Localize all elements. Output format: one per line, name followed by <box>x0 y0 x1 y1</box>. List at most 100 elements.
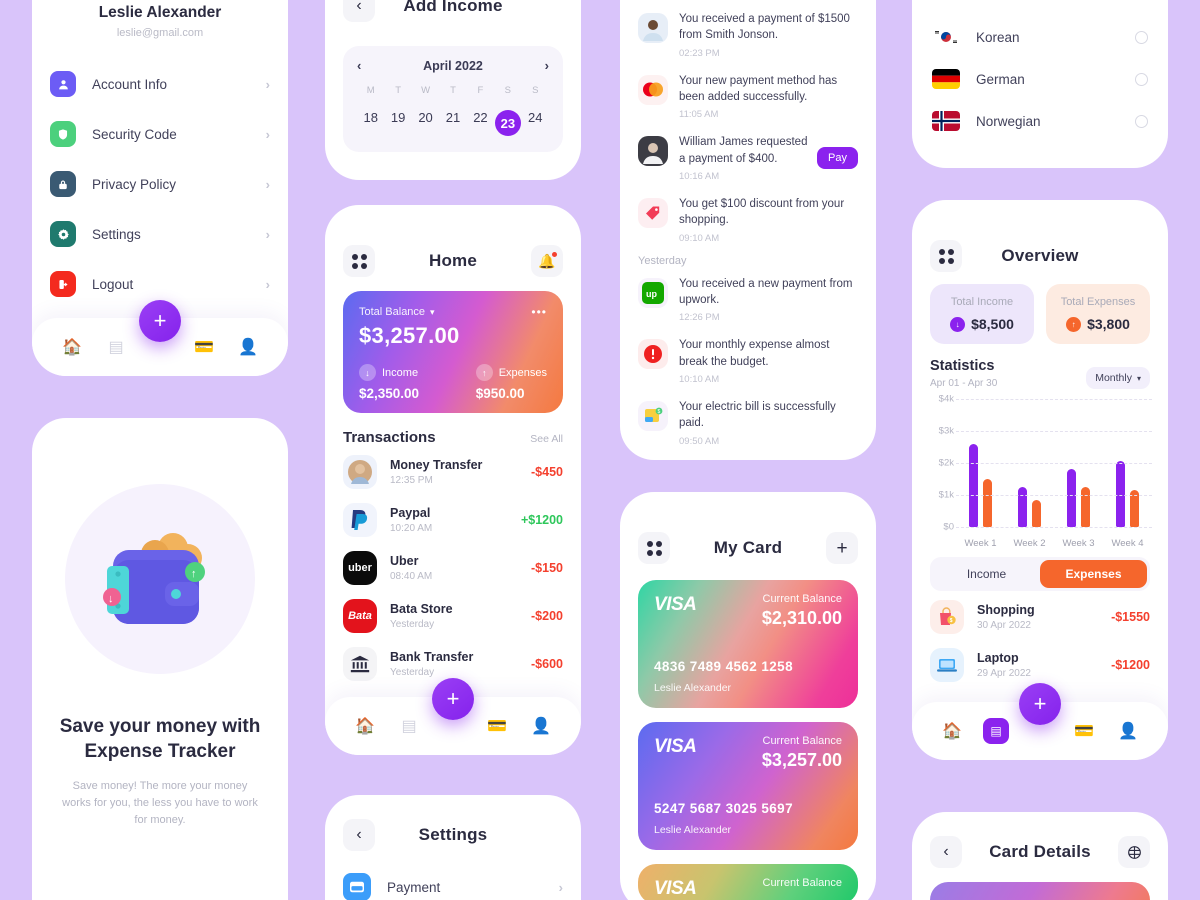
radio-button[interactable] <box>1135 72 1148 86</box>
grid-icon <box>938 248 954 264</box>
chart-x-tick: Week 3 <box>1062 538 1095 549</box>
menu-item-settings[interactable]: Settings › <box>50 209 270 259</box>
calendar-day[interactable]: 18 <box>357 110 384 136</box>
credit-card[interactable]: VISA Current Balance $3,257.00 5247 5687… <box>638 722 858 850</box>
page-title: Card Details <box>989 842 1091 861</box>
notification-time: 12:26 PM <box>679 312 720 324</box>
nav-wallet-icon[interactable]: 💳 <box>1071 718 1097 744</box>
card-number: 4836 7489 4562 1258 <box>654 659 793 674</box>
nav-stats-icon[interactable]: ▤ <box>396 713 422 739</box>
nav-stats-icon[interactable]: ▤ <box>103 334 129 360</box>
total-balance-card[interactable]: Total Balance ▾ ••• $3,257.00 ↓ Income $2… <box>343 291 563 413</box>
chart-bar-expenses <box>1032 499 1041 527</box>
notification-text: Your monthly expense almost break the bu… <box>679 339 830 368</box>
table-row[interactable]: Paypal 10:20 AM +$1200 <box>325 496 581 544</box>
table-row[interactable]: Money Transfer 12:35 PM -$450 <box>325 448 581 496</box>
add-card-button[interactable]: + <box>826 532 858 564</box>
radio-button[interactable] <box>1135 114 1148 128</box>
card-chip-icon <box>1127 845 1141 859</box>
back-button[interactable]: ‹ <box>343 819 375 851</box>
total-income-card[interactable]: Total Income ↓ $8,500 <box>930 284 1034 344</box>
menu-item-security-code[interactable]: Security Code › <box>50 109 270 159</box>
notification-time: 09:50 AM <box>679 435 720 447</box>
nav-profile-icon[interactable]: 👤 <box>528 713 554 739</box>
table-row[interactable]: Laptop 29 Apr 2022 -$1200 <box>912 641 1168 689</box>
language-top-spacer <box>912 0 1168 16</box>
language-option-norwegian[interactable]: Norwegian <box>912 100 1168 142</box>
gear-icon <box>50 221 76 247</box>
table-row[interactable]: Bata Bata Store Yesterday -$200 <box>325 592 581 640</box>
nav-stats-icon[interactable]: ▤ <box>983 718 1009 744</box>
logout-icon <box>50 271 76 297</box>
notification-button[interactable]: 🔔 <box>531 245 563 277</box>
laptop-icon <box>930 648 964 682</box>
nav-wallet-icon[interactable]: 💳 <box>484 713 510 739</box>
add-fab-button[interactable]: + <box>1019 683 1061 725</box>
notifications-panel: You received a payment of $1500 from Smi… <box>620 0 876 460</box>
chevron-down-icon[interactable]: ▾ <box>430 307 435 318</box>
transaction-amount: +$1200 <box>520 513 563 527</box>
settings-item-payment[interactable]: Payment › <box>325 861 581 900</box>
upwork-icon: up <box>638 277 668 308</box>
see-all-link[interactable]: See All <box>530 433 563 445</box>
calendar-day[interactable]: 21 <box>439 110 466 136</box>
grid-menu-button[interactable] <box>343 245 375 277</box>
menu-item-account-info[interactable]: Account Info › <box>50 59 270 109</box>
card-action-button[interactable] <box>1118 836 1150 868</box>
arrow-down-icon: ↓ <box>950 316 966 332</box>
language-label: Korean <box>976 29 1020 45</box>
credit-card[interactable]: VISA Current Balance <box>638 864 858 900</box>
tab-income[interactable]: Income <box>933 560 1040 588</box>
nav-profile-icon[interactable]: 👤 <box>1115 718 1141 744</box>
credit-card-preview[interactable] <box>930 882 1150 900</box>
back-button[interactable]: ‹ <box>343 0 375 22</box>
list-item[interactable]: Your monthly expense almost break the bu… <box>620 330 876 392</box>
radio-button[interactable] <box>1135 30 1148 44</box>
period-selector[interactable]: Monthly ▾ <box>1086 367 1150 389</box>
add-fab-button[interactable]: + <box>432 678 474 720</box>
profile-email: leslie@gmail.com <box>116 27 204 39</box>
list-item[interactable]: You get $100 discount from your shopping… <box>620 189 876 251</box>
table-row[interactable]: $ Shopping 30 Apr 2022 -$1550 <box>912 591 1168 641</box>
list-item[interactable]: up You received a new payment from upwor… <box>620 269 876 331</box>
calendar-day[interactable]: 20 <box>412 110 439 136</box>
calendar-day[interactable]: 22 <box>467 110 494 136</box>
calendar-day-selected[interactable]: 23 <box>494 110 521 136</box>
calendar-day[interactable]: 24 <box>522 110 549 136</box>
nav-wallet-icon[interactable]: 💳 <box>191 334 217 360</box>
chart-y-tick: $3k <box>938 425 954 437</box>
chart-bar-income <box>969 443 978 527</box>
calendar-next-icon[interactable]: › <box>545 58 549 73</box>
nav-profile-icon[interactable]: 👤 <box>235 334 261 360</box>
notification-text: Your electric bill is successfully paid. <box>679 400 836 430</box>
language-option-korean[interactable]: Korean <box>912 16 1168 58</box>
list-item[interactable]: William James requested a payment of $40… <box>620 127 876 189</box>
calendar-month: April 2022 <box>423 58 483 73</box>
total-expenses-card[interactable]: Total Expenses ↑ $3,800 <box>1046 284 1150 344</box>
credit-card[interactable]: VISA Current Balance $2,310.00 4836 7489… <box>638 580 858 708</box>
list-item[interactable]: You received a payment of $1500 from Smi… <box>620 4 876 66</box>
chart-y-tick: $4k <box>938 393 954 405</box>
nav-home-icon[interactable]: 🏠 <box>59 334 85 360</box>
nav-home-icon[interactable]: 🏠 <box>939 718 965 744</box>
calendar-day[interactable]: 19 <box>384 110 411 136</box>
add-fab-button[interactable]: + <box>139 300 181 342</box>
language-option-german[interactable]: German <box>912 58 1168 100</box>
grid-icon <box>351 253 367 269</box>
table-row[interactable]: uber Uber 08:40 AM -$150 <box>325 544 581 592</box>
list-item[interactable]: $ Your electric bill is successfully pai… <box>620 392 876 454</box>
back-button[interactable]: ‹ <box>930 836 962 868</box>
balance-breakdown: ↓ Income $2,350.00 ↑ Expenses $950.00 <box>359 364 547 401</box>
list-item[interactable]: Your new payment method has been added s… <box>620 66 876 128</box>
grid-menu-button[interactable] <box>930 240 962 272</box>
page-title: Home <box>428 251 478 270</box>
menu-item-label: Security Code <box>92 126 177 142</box>
tab-expenses[interactable]: Expenses <box>1040 560 1147 588</box>
menu-item-privacy-policy[interactable]: Privacy Policy › <box>50 159 270 209</box>
nav-home-icon[interactable]: 🏠 <box>352 713 378 739</box>
notification-time: 10:16 AM <box>679 170 720 182</box>
more-horizontal-icon[interactable]: ••• <box>531 305 547 319</box>
pay-button[interactable]: Pay <box>817 147 858 170</box>
my-card-header: My Card + <box>620 522 876 574</box>
grid-menu-button[interactable] <box>638 532 670 564</box>
